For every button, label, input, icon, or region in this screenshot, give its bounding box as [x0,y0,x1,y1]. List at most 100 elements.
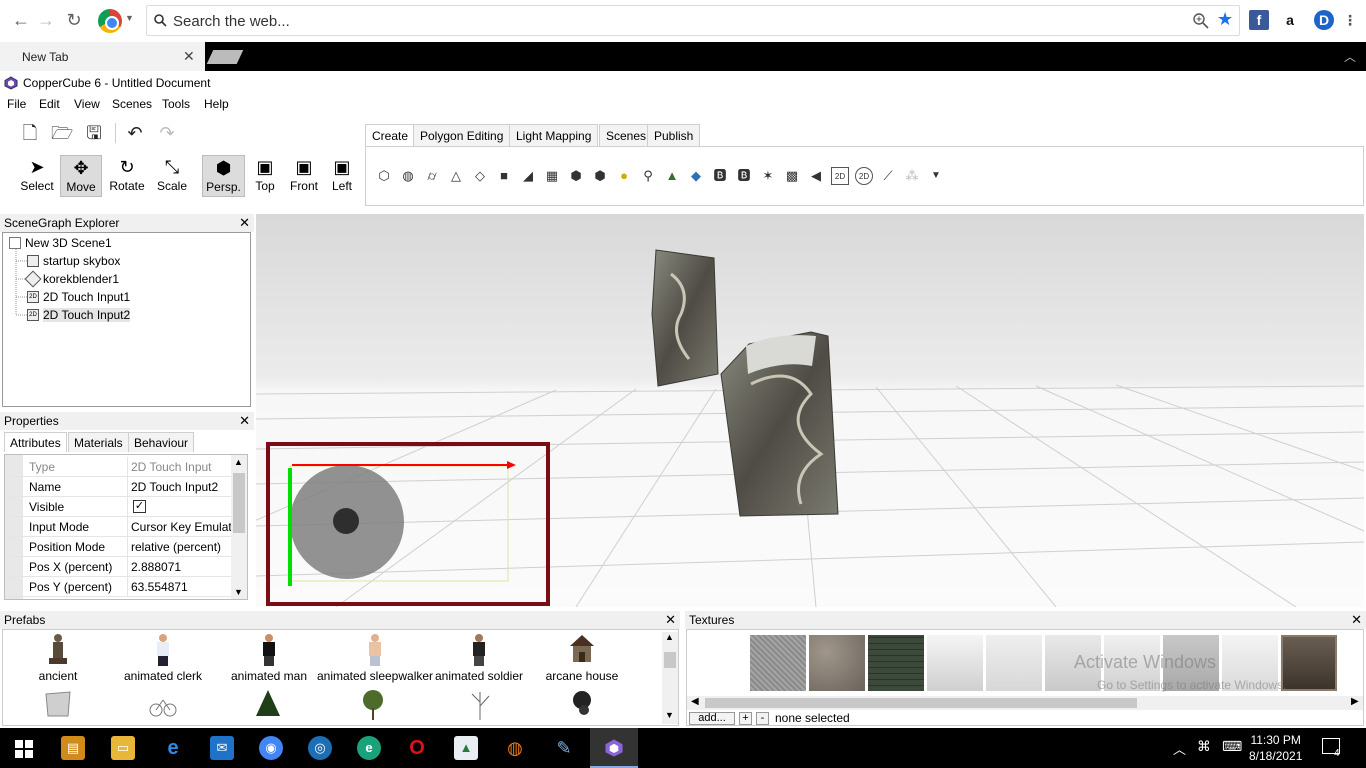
prop-row-position-mode[interactable]: Position Mode relative (percent) [5,537,231,557]
menu-tools[interactable]: Tools [162,97,190,111]
terrain-icon[interactable]: ◢ [519,167,537,185]
smoke-icon[interactable] [568,688,598,722]
amazon-icon[interactable]: a [1280,10,1300,30]
path-icon[interactable]: ⚲ [639,167,657,185]
2d-overlay-icon[interactable]: 2D [831,167,849,185]
joints-icon[interactable]: ⁂ [903,167,921,185]
prefab-animated-man[interactable]: animated man [219,632,319,683]
blender-icon[interactable]: ◍ [503,736,527,760]
undo-icon[interactable]: ↶ [124,122,146,144]
scroll-thumb[interactable] [233,473,245,533]
line-icon[interactable]: ⟋ [879,167,897,185]
bicycle-icon[interactable] [148,688,178,722]
pos-x-field[interactable]: 2.888071 [131,560,231,574]
menu-view[interactable]: View [74,97,100,111]
scale-tool-button[interactable]: ⤡ Scale [152,155,192,197]
properties-scrollbar[interactable]: ▲ ▼ [231,455,247,599]
reload-icon[interactable]: ↻ [63,9,85,31]
position-mode-select[interactable]: relative (percent) [131,540,231,554]
prop-row-name[interactable]: Name 2D Touch Input2 [5,477,231,497]
prop-row-visible[interactable]: Visible ✓ [5,497,231,517]
tab-scenes[interactable]: Scenes [599,124,654,146]
redo-icon[interactable]: ↷ [156,122,178,144]
scroll-down-icon[interactable]: ▼ [234,587,243,597]
chevron-up-icon[interactable]: ︿ [1173,739,1186,758]
minus-button[interactable]: - [756,712,769,725]
prefab-ancient[interactable]: ancient [13,632,103,683]
chrome-logo-icon[interactable] [98,9,122,33]
scroll-right-icon[interactable]: ▶ [1351,696,1359,707]
visible-checkbox[interactable]: ✓ [133,500,146,513]
tree-icon[interactable]: ▲ [663,167,681,185]
menu-scenes[interactable]: Scenes [112,97,152,111]
camera-app-icon[interactable]: ◎ [308,736,332,760]
bare-tree-icon[interactable] [465,688,495,722]
texture-thumb-sky2[interactable] [986,635,1042,691]
scroll-thumb[interactable] [705,698,1137,708]
menu-edit[interactable]: Edit [39,97,60,111]
more-dropdown-icon[interactable]: ▼ [927,167,945,185]
prop-row-pos-y[interactable]: Pos Y (percent) 63.554871 [5,577,231,597]
3d-viewport[interactable] [256,214,1364,607]
menu-file[interactable]: File [7,97,26,111]
prefab-animated-soldier[interactable]: animated soldier [429,632,529,683]
tree-item-startup-skybox[interactable]: startup skybox [27,252,120,270]
textures-hscrollbar[interactable]: ◀ ▶ [687,696,1363,710]
zoom-icon[interactable] [1193,13,1209,29]
tree-icon[interactable] [253,688,283,722]
cube-icon[interactable]: ⬡ [375,167,393,185]
pos-y-field[interactable]: 63.554871 [131,580,231,594]
plus-button[interactable]: + [739,712,752,725]
persp-view-button[interactable]: ⬢ Persp. [202,155,245,197]
forward-icon[interactable]: → [35,9,57,31]
tab-attributes[interactable]: Attributes [4,432,67,452]
menu-help[interactable]: Help [204,97,229,111]
tree-item-korekblender1[interactable]: korekblender1 [24,270,119,288]
close-icon[interactable]: ✕ [239,215,250,231]
keyboard-icon[interactable]: ⌨ [1222,738,1242,755]
tab-light-mapping[interactable]: Light Mapping [509,124,599,146]
texture-thumb-concrete[interactable] [750,635,806,691]
prefabs-scrollbar[interactable]: ▲ ▼ [662,632,678,724]
light-bulb-icon[interactable]: ● [615,167,633,185]
water-icon[interactable]: ◆ [687,167,705,185]
prop-row-pos-x[interactable]: Pos X (percent) 2.888071 [5,557,231,577]
camera-icon[interactable]: ■ [495,167,513,185]
menu-dots-icon[interactable]: ⋮ [1340,10,1360,30]
close-icon[interactable]: ✕ [665,612,676,628]
scroll-thumb[interactable] [664,652,676,668]
close-icon[interactable]: ✕ [239,413,250,429]
texture-thumb-tiles[interactable] [868,635,924,691]
chevron-up-icon[interactable]: ︿ [1344,48,1356,65]
skybox-icon[interactable]: ▩ [783,167,801,185]
photo-app-icon[interactable]: ▲ [454,736,478,760]
left-view-button[interactable]: ▣ Left [326,155,358,197]
texture-thumb-rust[interactable] [809,635,865,691]
tab-publish[interactable]: Publish [647,124,701,146]
scroll-up-icon[interactable]: ▲ [665,632,674,642]
animated-mesh-icon[interactable]: ⬢ [591,167,609,185]
crate-icon[interactable] [43,688,73,722]
network-icon[interactable]: ⌘ [1197,738,1211,755]
back-icon[interactable]: ← [10,9,32,31]
plane-icon[interactable]: ◇ [471,167,489,185]
paint-icon[interactable]: ✎ [552,736,576,760]
move-tool-button[interactable]: ✥ Move [60,155,102,197]
sound-icon[interactable]: ◀ [807,167,825,185]
profile-icon[interactable]: D [1314,10,1334,30]
facebook-icon[interactable]: f [1249,10,1269,30]
system-clock[interactable]: 11:30 PM 8/18/2021 [1249,732,1302,764]
prefab-animated-sleepwalker[interactable]: animated sleepwalker [315,632,435,683]
tab-behaviour[interactable]: Behaviour [128,432,195,452]
edge-icon[interactable]: e [357,736,381,760]
scroll-left-icon[interactable]: ◀ [691,696,699,707]
sphere-icon[interactable]: ◍ [399,167,417,185]
new-file-icon[interactable]: 🗋 [19,122,41,144]
top-view-button[interactable]: ▣ Top [249,155,281,197]
front-view-button[interactable]: ▣ Front [286,155,322,197]
file-explorer-icon[interactable]: ▭ [111,736,135,760]
billboard-icon[interactable]: ▦ [543,167,561,185]
prefab-arcane-house[interactable]: arcane house [537,632,627,683]
close-icon[interactable]: ✕ [183,48,195,65]
prop-row-input-mode[interactable]: Input Mode Cursor Key Emulat [5,517,231,537]
